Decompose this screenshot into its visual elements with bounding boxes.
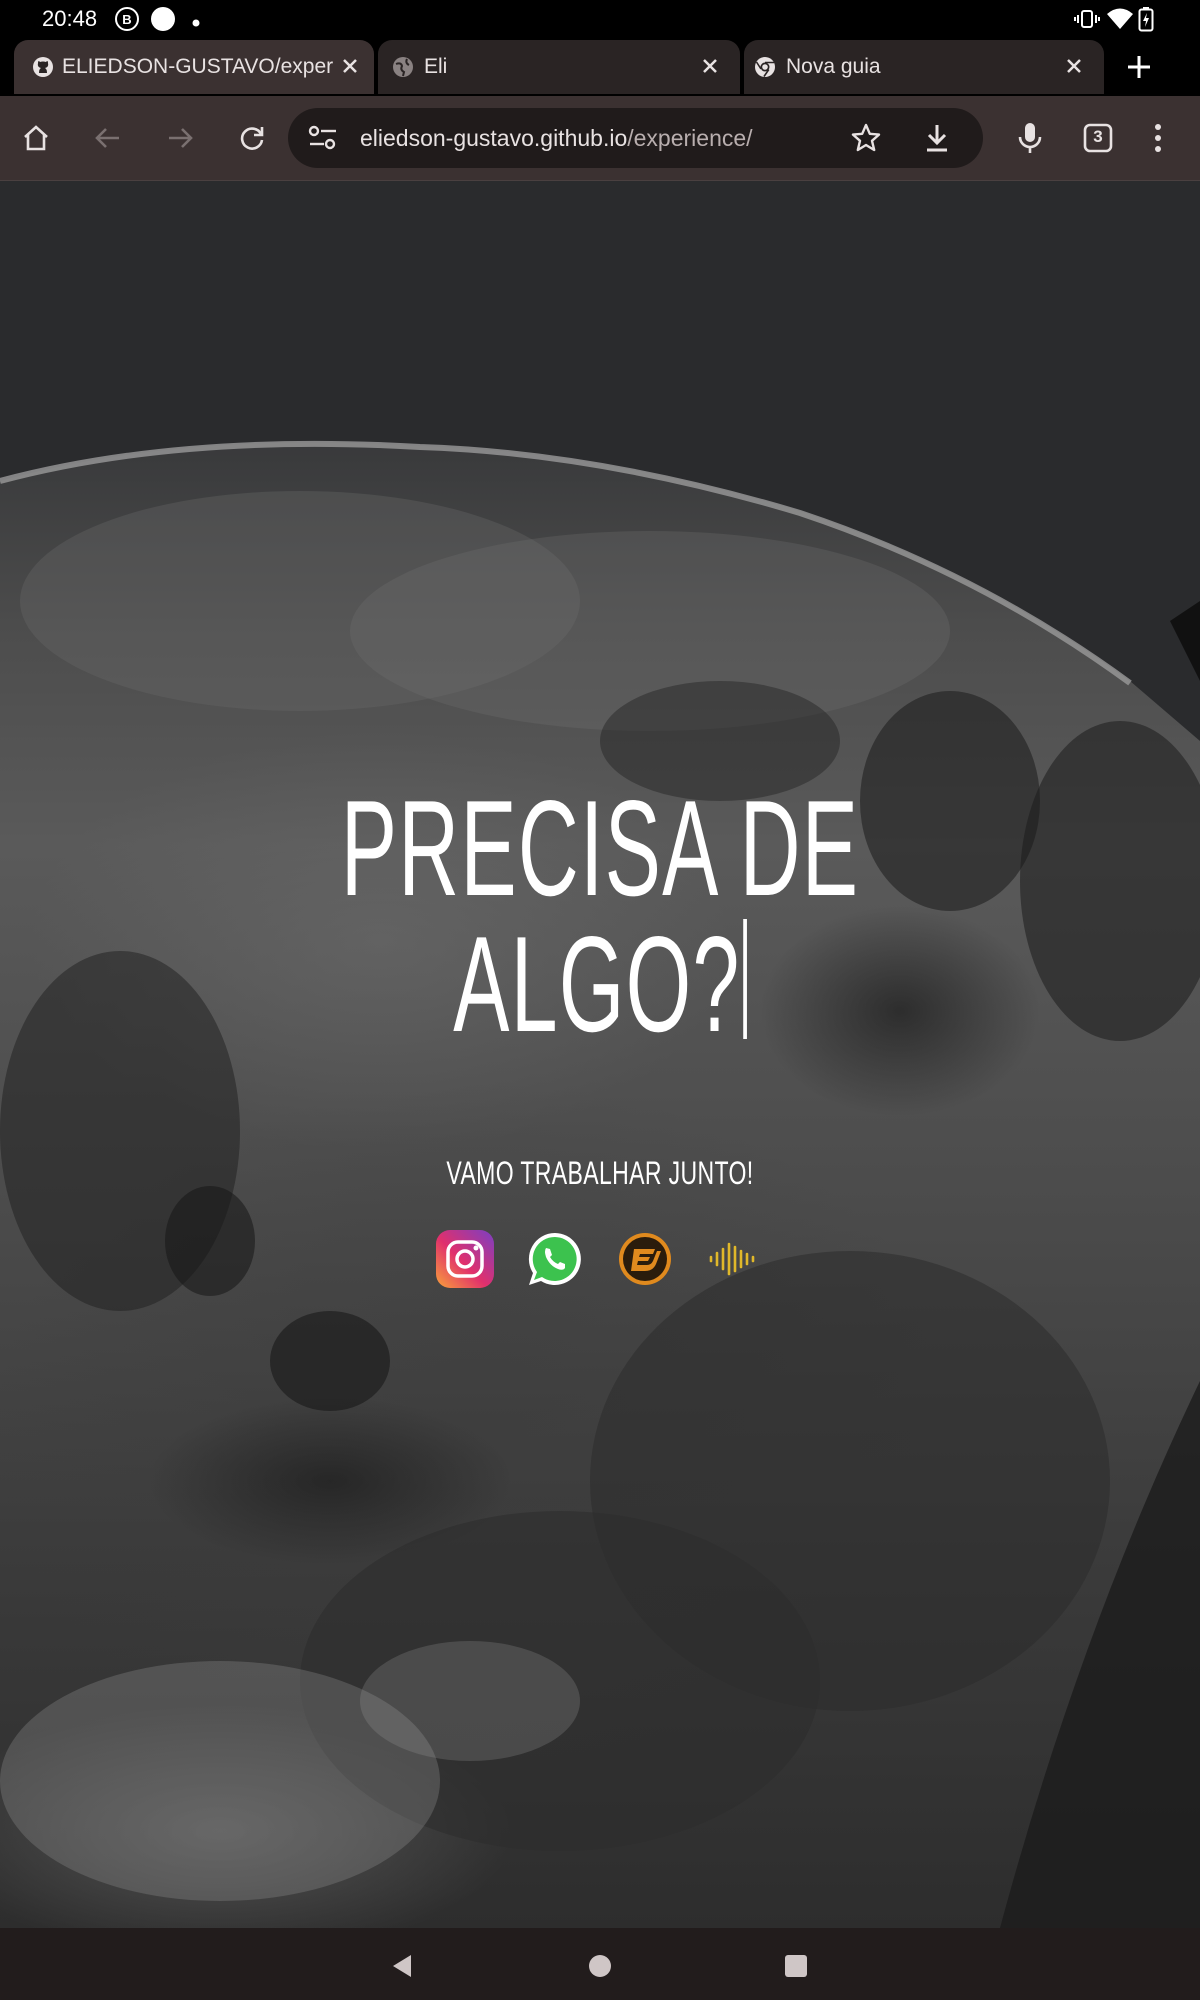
system-nav-bar: [0, 1928, 1200, 2000]
url-path: /experience/: [627, 125, 753, 151]
circle-icon: [150, 6, 176, 37]
tab-title: Eli: [424, 55, 448, 78]
text-cursor: [743, 919, 747, 1039]
omnibox[interactable]: eliedson-gustavo.github.io/experience/: [288, 108, 983, 168]
ej-logo-link[interactable]: [614, 1230, 676, 1292]
close-icon[interactable]: [338, 54, 362, 78]
menu-button[interactable]: [1136, 116, 1180, 160]
dot-icon: [192, 14, 200, 32]
url-text[interactable]: eliedson-gustavo.github.io/experience/: [360, 125, 753, 152]
audio-link[interactable]: [702, 1230, 764, 1292]
tab-eli[interactable]: Eli: [378, 40, 740, 94]
site-settings-icon[interactable]: [308, 124, 338, 157]
ej-logo-icon: [617, 1231, 673, 1292]
home-button[interactable]: [14, 116, 58, 160]
status-bar: 20:48 B: [0, 0, 1200, 38]
nav-home-button[interactable]: [580, 1946, 620, 1986]
svg-text:B: B: [122, 12, 131, 27]
download-icon[interactable]: [922, 122, 952, 159]
tab-count: 3: [1093, 127, 1103, 146]
globe-icon: [392, 56, 414, 83]
b-circle-icon: B: [114, 6, 140, 37]
star-icon[interactable]: [850, 122, 882, 159]
new-tab-button[interactable]: [1124, 52, 1154, 87]
github-icon: [32, 56, 54, 83]
vibrate-icon: [1074, 6, 1100, 37]
tab-title: Nova guia: [786, 55, 881, 78]
chrome-icon: [754, 56, 776, 83]
instagram-link[interactable]: [434, 1229, 496, 1294]
page-subhead: VAMO TRABALHAR JUNTO!: [446, 1155, 754, 1191]
forward-button[interactable]: [158, 116, 202, 160]
url-host: eliedson-gustavo.github.io: [360, 125, 628, 151]
toolbar: eliedson-gustavo.github.io/experience/ 3: [0, 96, 1200, 181]
tab-github[interactable]: ELIEDSON-GUSTAVO/experience: [14, 40, 374, 94]
whatsapp-icon: [525, 1229, 585, 1294]
status-time: 20:48: [42, 6, 98, 31]
nav-recents-button[interactable]: [776, 1946, 816, 1986]
tab-switcher-button[interactable]: 3: [1076, 116, 1120, 160]
wifi-icon: [1106, 6, 1134, 37]
reload-button[interactable]: [230, 116, 274, 160]
tab-nova-guia[interactable]: Nova guia: [744, 40, 1104, 94]
headline-text: PRECISA DE ALGO?: [340, 772, 860, 1060]
whatsapp-link[interactable]: [524, 1230, 586, 1292]
instagram-icon: [435, 1229, 495, 1294]
close-icon[interactable]: [1062, 54, 1086, 78]
back-button[interactable]: [86, 116, 130, 160]
mic-button[interactable]: [1008, 116, 1052, 160]
close-icon[interactable]: [698, 54, 722, 78]
audio-wave-icon: [708, 1239, 758, 1284]
tab-title: ELIEDSON-GUSTAVO/experience: [62, 55, 334, 78]
battery-icon: [1138, 6, 1154, 37]
nav-back-button[interactable]: [382, 1946, 422, 1986]
page-headline: PRECISA DE ALGO?: [228, 780, 972, 1052]
